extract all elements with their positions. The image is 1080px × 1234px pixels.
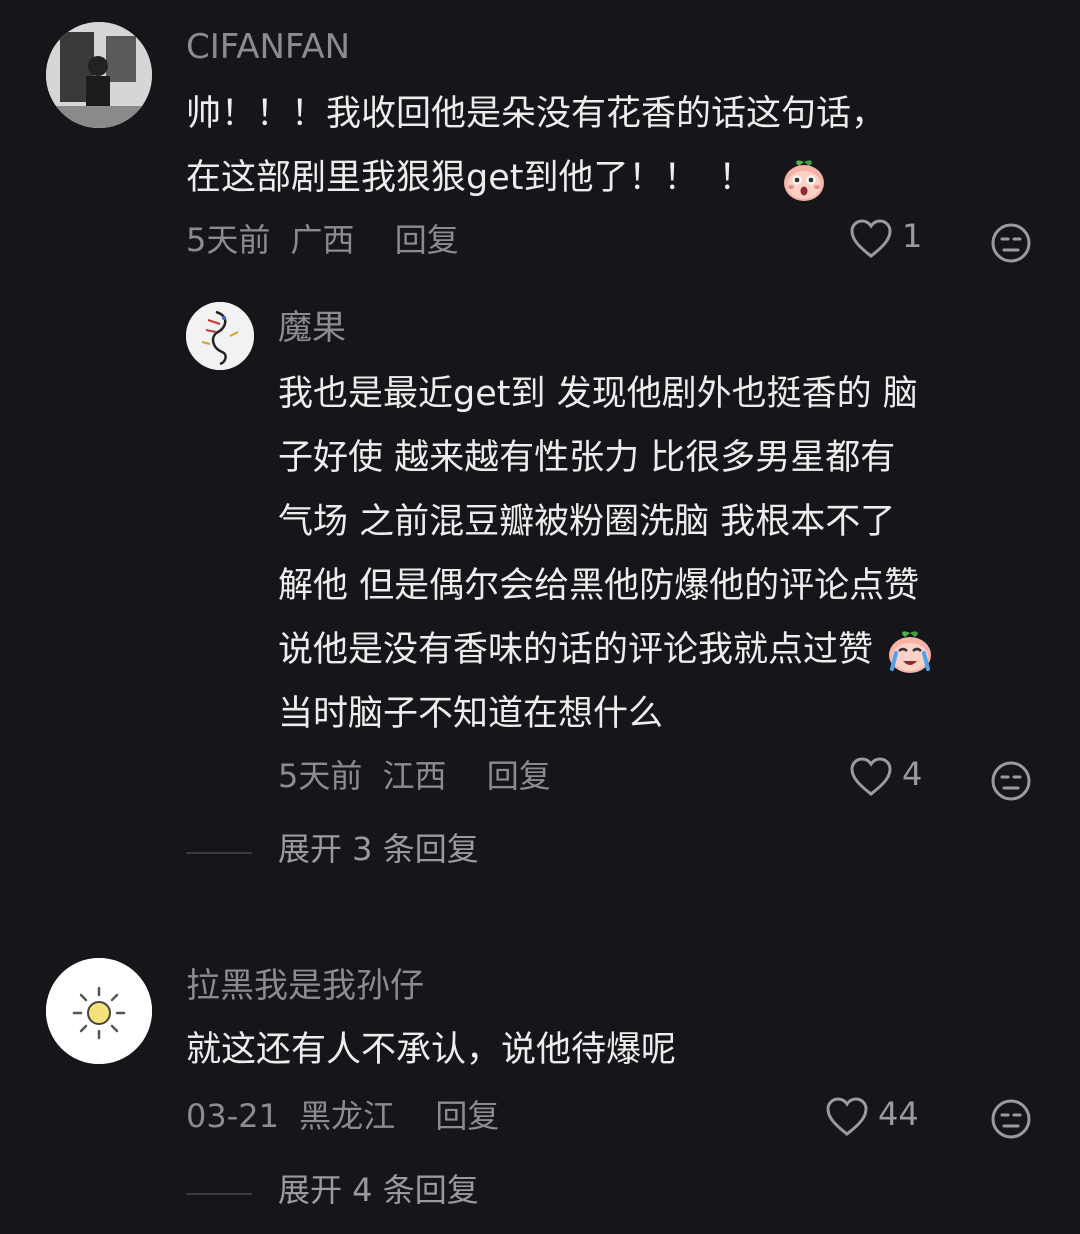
comment-username[interactable]: 拉黑我是我孙仔 (186, 966, 424, 1006)
like-button[interactable]: 4 (848, 755, 923, 798)
heart-outline-icon (850, 757, 892, 796)
comment-text-line: ！ (718, 158, 754, 198)
dragon-sketch-icon (186, 302, 254, 370)
reply-text-line: 当时脑子不知道在想什么 (278, 694, 664, 734)
divider (186, 852, 252, 854)
like-count: 4 (902, 755, 923, 793)
comment-location: 黑龙江 (299, 1097, 396, 1135)
reply-text-line: 解他 但是偶尔会给黑他防爆他的评论点赞 (278, 566, 920, 606)
surprised-peach-emoji (783, 160, 824, 201)
reply-text-line-wrapper: 说他是没有香味的话的评论我就点过赞 (278, 618, 1058, 682)
reply-text-line: 我也是最近get到 发现他剧外也挺香的 脑 (278, 374, 918, 414)
reply-button[interactable]: 回复 (435, 1097, 499, 1135)
meh-face-icon[interactable] (990, 1098, 1032, 1140)
comment-meta: 03-21 黑龙江 回复 (186, 1096, 499, 1136)
comment-location: 广西 (290, 221, 355, 259)
like-count: 1 (902, 217, 923, 255)
reply-location: 江西 (382, 757, 447, 795)
reply-text-line: 气场 之前混豆瓣被粉圈洗脑 我根本不了 (278, 502, 896, 542)
reply-button[interactable]: 回复 (487, 757, 551, 795)
like-button[interactable]: 44 (824, 1095, 919, 1138)
comment-text-line: 帅！！！我收回他是朵没有花香的话这句话， (186, 94, 887, 134)
reply-username[interactable]: 魔果 (278, 308, 346, 348)
avatar[interactable] (46, 958, 152, 1064)
reply-text-line: 子好使 越来越有性张力 比很多男星都有 (278, 438, 896, 478)
comment-meta: 5天前 广西 回复 (186, 220, 459, 260)
expand-replies-button[interactable]: 展开 3 条回复 (278, 829, 479, 869)
comment-text-line-wrapper: 在这部剧里我狠狠get到他了！！ ！ (186, 146, 1046, 210)
divider (186, 1193, 252, 1195)
avatar[interactable] (46, 22, 152, 128)
avatar-photo-icon (46, 22, 152, 128)
comment-date: 03-21 (186, 1097, 279, 1135)
comment-date: 5天前 (186, 221, 271, 259)
reply-avatar[interactable] (186, 302, 254, 370)
comment-username[interactable]: CIFANFAN (186, 27, 350, 67)
meh-face-icon[interactable] (990, 760, 1032, 802)
reply-date: 5天前 (278, 757, 363, 795)
expand-replies-button[interactable]: 展开 4 条回复 (278, 1170, 479, 1210)
like-count: 44 (878, 1095, 919, 1133)
comment-text: 就这还有人不承认，说他待爆呢 (186, 1018, 1046, 1082)
heart-outline-icon (826, 1097, 868, 1136)
comment-text: 帅！！！我收回他是朵没有花香的话这句话， 在这部剧里我狠狠get到他了！！ ！ (186, 82, 1046, 210)
meh-face-icon[interactable] (990, 222, 1032, 264)
reply-text-line: 说他是没有香味的话的评论我就点过赞 (278, 630, 874, 670)
reply-text: 我也是最近get到 发现他剧外也挺香的 脑 子好使 越来越有性张力 比很多男星都… (278, 362, 1058, 746)
comment-text-line: 在这部剧里我狠狠get到他了！！ (186, 158, 699, 198)
comment-text-line: 就这还有人不承认，说他待爆呢 (186, 1030, 677, 1070)
like-button[interactable]: 1 (848, 217, 923, 260)
crying-peach-emoji (889, 631, 932, 673)
heart-outline-icon (850, 219, 892, 258)
reply-button[interactable]: 回复 (395, 221, 459, 259)
reply-meta: 5天前 江西 回复 (278, 756, 551, 796)
sun-icon (46, 958, 152, 1064)
